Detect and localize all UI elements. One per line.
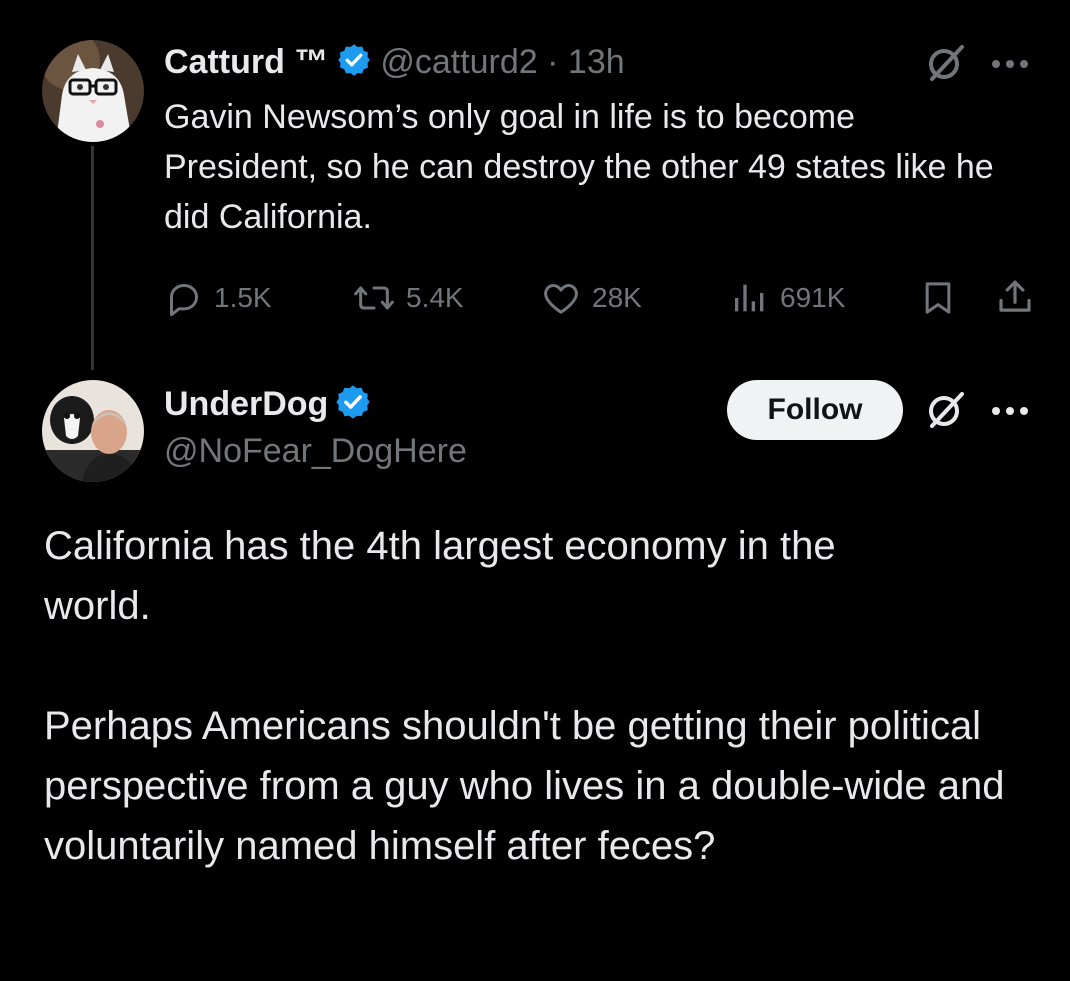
retweet-icon — [354, 286, 394, 310]
views-icon — [735, 284, 764, 312]
author-name[interactable]: Catturd ™ — [164, 43, 328, 82]
verified-badge-icon — [336, 42, 372, 83]
reply-author-name[interactable]: UnderDog — [164, 385, 328, 424]
more-icon[interactable] — [990, 404, 1030, 422]
more-icon[interactable] — [990, 57, 1030, 75]
reply-button[interactable]: 1.5K — [164, 278, 272, 318]
original-tweet-text: Gavin Newsom’s only goal in life is to b… — [164, 98, 994, 236]
reply-header: UnderDog — [164, 380, 372, 428]
follow-button[interactable]: Follow — [727, 380, 903, 440]
catturd-avatar[interactable] — [42, 40, 144, 142]
reply-text: California has the 4th largest economy i… — [44, 516, 1034, 876]
reply-paragraph: Perhaps Americans shouldn't be getting t… — [44, 704, 1005, 868]
reply-count: 1.5K — [214, 282, 272, 313]
grok-icon[interactable] — [926, 390, 966, 435]
verified-badge-icon — [334, 383, 372, 426]
share-icon[interactable] — [994, 276, 1036, 323]
author-handle-time[interactable]: @catturd2 · 13h — [380, 43, 624, 82]
bookmark-icon[interactable] — [918, 278, 958, 323]
reply-paragraph: California has the 4th largest economy i… — [44, 524, 836, 628]
original-tweet-header: Catturd ™ @catturd2 · 13h — [164, 40, 625, 84]
like-count: 28K — [592, 282, 642, 313]
retweet-count: 5.4K — [406, 282, 464, 313]
views-button[interactable]: 691K — [730, 278, 845, 318]
retweet-button[interactable]: 5.4K — [352, 278, 464, 318]
grok-icon[interactable] — [926, 43, 966, 88]
reply-author-handle[interactable]: @NoFear_DogHere — [164, 432, 467, 471]
views-count: 691K — [780, 282, 846, 313]
thread-connector-line — [91, 146, 94, 370]
like-button[interactable]: 28K — [540, 278, 642, 318]
reply-icon — [170, 284, 198, 317]
underdog-avatar[interactable] — [42, 380, 144, 482]
like-icon — [544, 284, 578, 314]
